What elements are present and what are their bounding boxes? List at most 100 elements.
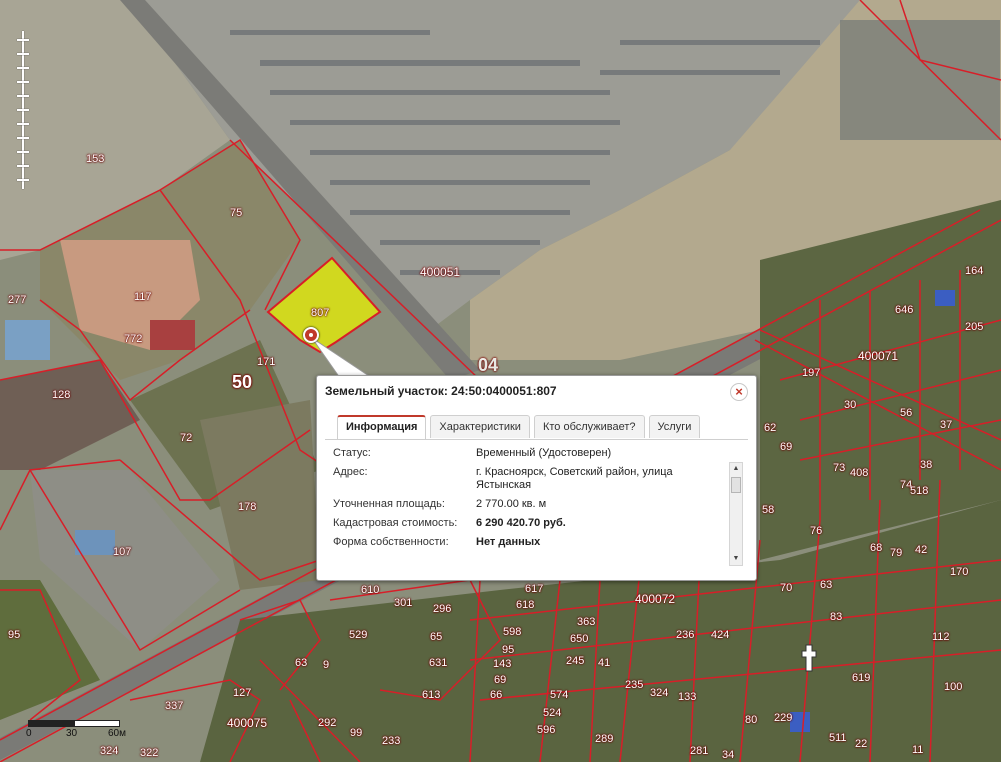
parcel-label[interactable]: 95: [502, 645, 514, 656]
parcel-label[interactable]: 324: [100, 746, 118, 757]
close-icon[interactable]: ×: [730, 383, 748, 401]
tab-information[interactable]: Информация: [337, 415, 427, 440]
parcel-label[interactable]: 112: [932, 632, 950, 643]
zoom-tick[interactable]: [17, 123, 29, 125]
parcel-label[interactable]: 99: [350, 728, 362, 739]
parcel-label[interactable]: 408: [850, 468, 868, 479]
scroll-up-icon[interactable]: ▲: [731, 464, 741, 474]
parcel-label[interactable]: 337: [165, 701, 183, 712]
parcel-label[interactable]: 171: [257, 357, 275, 368]
zoom-slider[interactable]: [17, 31, 29, 189]
parcel-label[interactable]: 363: [577, 617, 595, 628]
parcel-label[interactable]: 235: [625, 680, 643, 691]
parcel-label[interactable]: 11: [912, 745, 923, 756]
parcel-label[interactable]: 80: [745, 715, 757, 726]
parcel-label[interactable]: 42: [915, 545, 927, 556]
parcel-label[interactable]: 619: [852, 673, 870, 684]
parcel-label[interactable]: 107: [113, 547, 131, 558]
zoom-tick[interactable]: [17, 137, 29, 139]
parcel-label[interactable]: 133: [678, 692, 696, 703]
parcel-label[interactable]: 289: [595, 734, 613, 745]
zoom-tick[interactable]: [17, 151, 29, 153]
parcel-label[interactable]: 58: [762, 505, 774, 516]
parcel-label[interactable]: 610: [361, 585, 379, 596]
tab-characteristics[interactable]: Характеристики: [430, 415, 530, 438]
parcel-label[interactable]: 70: [780, 583, 792, 594]
parcel-label[interactable]: 83: [830, 612, 842, 623]
parcel-label[interactable]: 277: [8, 295, 26, 306]
tab-who-serves[interactable]: Кто обслуживает?: [533, 415, 645, 438]
parcel-label[interactable]: 73: [833, 463, 845, 474]
parcel-label[interactable]: 524: [543, 708, 561, 719]
parcel-label[interactable]: 205: [965, 322, 983, 333]
parcel-label[interactable]: 128: [52, 390, 70, 401]
parcel-label[interactable]: 75: [230, 208, 242, 219]
parcel-label[interactable]: 63: [295, 658, 307, 669]
parcel-label[interactable]: 233: [382, 736, 400, 747]
parcel-label[interactable]: 76: [810, 526, 822, 537]
parcel-label[interactable]: 79: [890, 548, 902, 559]
parcel-label[interactable]: 95: [8, 630, 20, 641]
parcel-label[interactable]: 30: [844, 400, 856, 411]
zoom-tick[interactable]: [17, 179, 29, 181]
zoom-tick[interactable]: [17, 81, 29, 83]
parcel-label[interactable]: 650: [570, 634, 588, 645]
parcel-label[interactable]: 69: [780, 442, 792, 453]
parcel-label[interactable]: 529: [349, 630, 367, 641]
parcel-label[interactable]: 296: [433, 604, 451, 615]
parcel-label[interactable]: 511: [829, 733, 847, 744]
parcel-label[interactable]: 66: [490, 690, 502, 701]
scroll-down-icon[interactable]: ▼: [731, 554, 741, 564]
zoom-tick[interactable]: [17, 95, 29, 97]
parcel-label[interactable]: 65: [430, 632, 442, 643]
zoom-tick[interactable]: [17, 53, 29, 55]
parcel-label[interactable]: 170: [950, 567, 968, 578]
zoom-tick[interactable]: [17, 67, 29, 69]
parcel-label[interactable]: 598: [503, 627, 521, 638]
parcel-label[interactable]: 596: [537, 725, 555, 736]
parcel-label[interactable]: 324: [650, 688, 668, 699]
parcel-label[interactable]: 117: [134, 292, 152, 303]
parcel-label[interactable]: 127: [233, 688, 251, 699]
parcel-label[interactable]: 164: [965, 266, 983, 277]
parcel-label[interactable]: 301: [394, 598, 412, 609]
parcel-label[interactable]: 631: [429, 658, 447, 669]
parcel-label[interactable]: 646: [895, 305, 913, 316]
parcel-label[interactable]: 9: [323, 660, 329, 671]
parcel-label[interactable]: 68: [870, 543, 882, 554]
parcel-label[interactable]: 518: [910, 486, 928, 497]
parcel-label[interactable]: 38: [920, 460, 932, 471]
zoom-tick[interactable]: [17, 165, 29, 167]
parcel-label[interactable]: 63: [820, 580, 832, 591]
parcel-label[interactable]: 62: [764, 423, 776, 434]
zoom-tick[interactable]: [17, 39, 29, 41]
parcel-label[interactable]: 574: [550, 690, 568, 701]
parcel-label[interactable]: 772: [124, 334, 142, 345]
parcel-label[interactable]: 618: [516, 600, 534, 611]
parcel-label[interactable]: 153: [86, 154, 104, 165]
parcel-label[interactable]: 22: [855, 739, 867, 750]
parcel-label[interactable]: 69: [494, 675, 506, 686]
parcel-label[interactable]: 34: [722, 750, 734, 761]
scroll-thumb[interactable]: [731, 477, 741, 493]
parcel-label[interactable]: 72: [180, 433, 192, 444]
parcel-label[interactable]: 292: [318, 718, 336, 729]
tab-services[interactable]: Услуги: [648, 415, 701, 438]
parcel-label[interactable]: 245: [566, 656, 584, 667]
parcel-label[interactable]: 178: [238, 502, 256, 513]
popup-scrollbar[interactable]: ▲ ▼: [729, 462, 743, 566]
parcel-label[interactable]: 617: [525, 584, 543, 595]
parcel-label[interactable]: 100: [944, 682, 962, 693]
parcel-label[interactable]: 56: [900, 408, 912, 419]
parcel-label[interactable]: 322: [140, 748, 158, 759]
parcel-label[interactable]: 143: [493, 659, 511, 670]
parcel-label[interactable]: 807: [311, 308, 329, 319]
zoom-tick[interactable]: [17, 109, 29, 111]
parcel-label[interactable]: 229: [774, 713, 792, 724]
parcel-label[interactable]: 37: [940, 420, 952, 431]
parcel-label[interactable]: 236: [676, 630, 694, 641]
parcel-label[interactable]: 424: [711, 630, 729, 641]
location-marker-icon[interactable]: [303, 327, 319, 343]
parcel-label[interactable]: 613: [422, 690, 440, 701]
parcel-label[interactable]: 197: [802, 368, 820, 379]
